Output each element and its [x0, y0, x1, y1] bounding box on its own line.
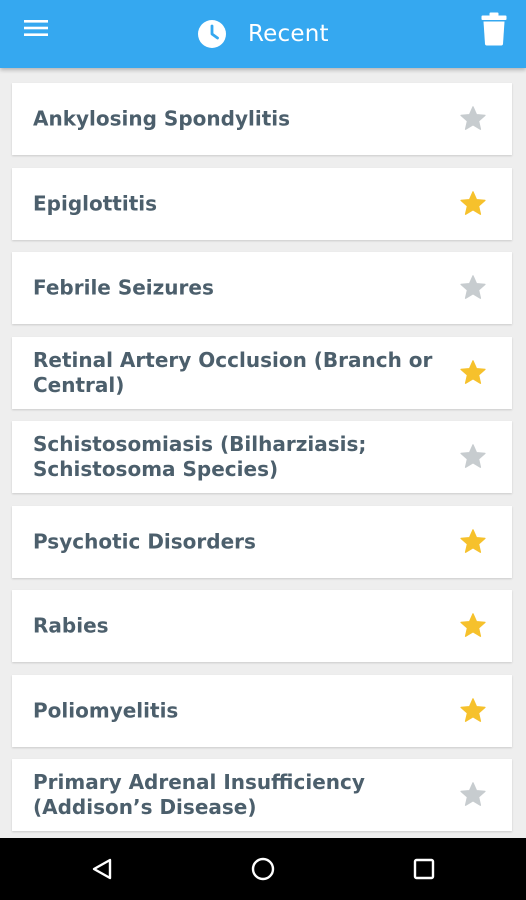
list-item-label: Febrile Seizures [33, 275, 214, 300]
app-bar: Recent [0, 0, 526, 68]
list-item-label: Poliomyelitis [33, 698, 179, 722]
unfavorite-star-icon[interactable] [459, 781, 487, 809]
unfavorite-star-icon[interactable] [459, 443, 487, 471]
list-item-label: Psychotic Disorders [33, 529, 256, 553]
list-item[interactable]: Psychotic Disorders [12, 505, 512, 578]
list-item-label: Retinal Artery Occlusion (Branch or Cent… [33, 347, 433, 397]
list-item[interactable]: Febrile Seizures [12, 252, 512, 324]
menu-button[interactable] [10, 10, 62, 46]
list-item[interactable]: Epiglottitis [12, 167, 512, 240]
favorite-star-icon[interactable] [459, 697, 487, 725]
system-nav-bar [0, 838, 526, 900]
back-button[interactable] [85, 852, 119, 886]
unfavorite-star-icon[interactable] [459, 274, 487, 302]
clock-icon [194, 16, 230, 52]
trash-icon [481, 12, 507, 46]
list-item-label: Epiglottitis [33, 191, 158, 215]
list-item-label: Rabies [33, 613, 109, 638]
back-icon [92, 858, 112, 880]
page-title: Recent [248, 21, 329, 47]
clear-recent-button[interactable] [476, 8, 512, 50]
favorite-star-icon[interactable] [459, 190, 487, 218]
list-item-label: Primary Adrenal Insufficiency (Addison’s… [33, 770, 365, 819]
list-item-label: Schistosomiasis (Bilharziasis; Schistoso… [33, 432, 367, 481]
unfavorite-star-icon[interactable] [459, 105, 487, 133]
home-button[interactable] [246, 852, 280, 886]
home-icon [251, 857, 275, 881]
recents-button[interactable] [407, 852, 441, 886]
recent-list: Ankylosing Spondylitis Epiglottitis Febril… [0, 68, 526, 838]
list-item-label: Ankylosing Spondylitis [33, 106, 291, 131]
title-group: Recent [194, 14, 329, 54]
list-item[interactable]: Poliomyelitis [12, 674, 512, 747]
favorite-star-icon[interactable] [459, 612, 487, 640]
list-item[interactable]: Schistosomiasis (Bilharziasis; Schistoso… [12, 421, 512, 493]
menu-icon [24, 20, 48, 36]
list-item[interactable]: Rabies [12, 590, 512, 662]
list-item[interactable]: Ankylosing Spondylitis [12, 83, 512, 155]
favorite-star-icon[interactable] [459, 359, 487, 387]
list-item[interactable]: Retinal Artery Occlusion (Branch or Cent… [12, 336, 512, 409]
recents-icon [413, 858, 435, 880]
favorite-star-icon[interactable] [459, 528, 487, 556]
list-item[interactable]: Primary Adrenal Insufficiency (Addison’s… [12, 759, 512, 831]
